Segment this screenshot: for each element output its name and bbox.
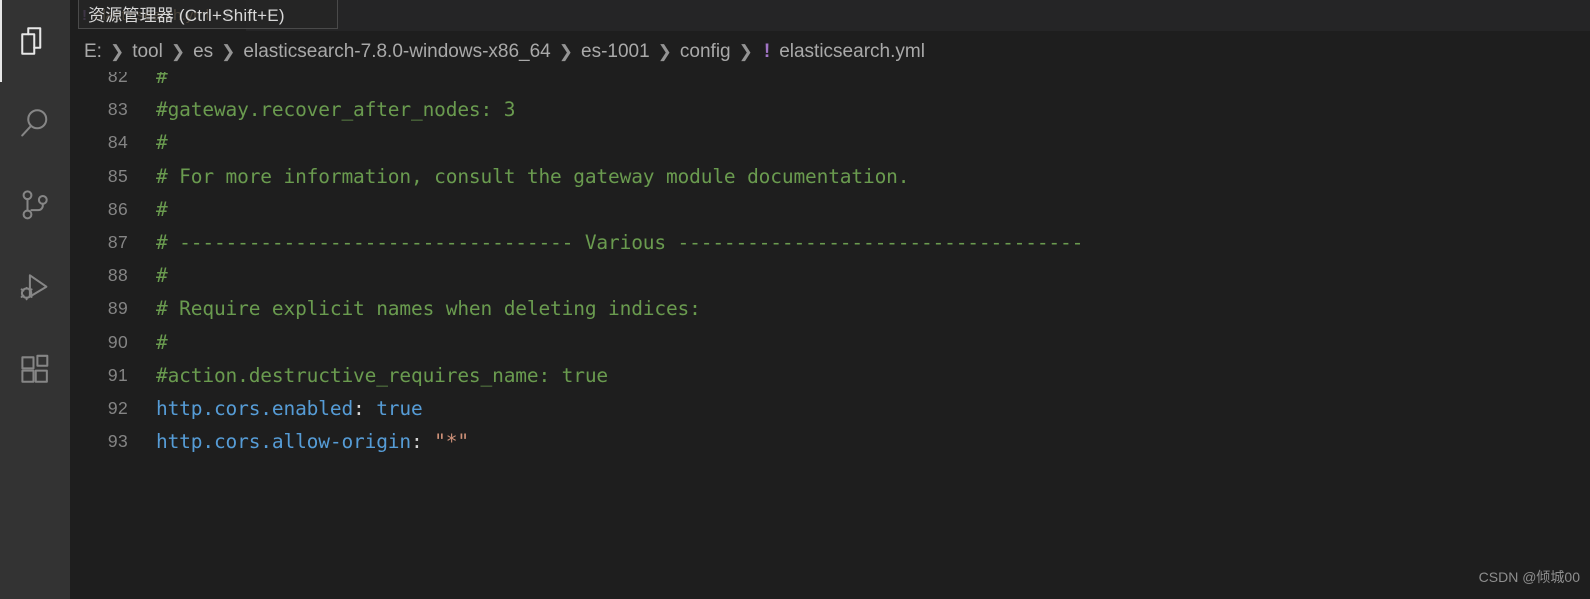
code-token: # bbox=[156, 197, 168, 221]
chevron-right-icon: ❯ bbox=[657, 41, 672, 61]
line-text: # bbox=[156, 131, 1590, 154]
breadcrumb-item-elasticsearch-dist[interactable]: elasticsearch-7.8.0-windows-x86_64 bbox=[243, 41, 550, 63]
source-control-icon bbox=[17, 187, 53, 223]
line-text: # bbox=[156, 264, 1590, 287]
breadcrumb-item-es[interactable]: es bbox=[193, 41, 213, 63]
chevron-right-icon: ❯ bbox=[109, 41, 125, 61]
code-token: # ---------------------------------- Var… bbox=[156, 231, 1084, 255]
vscode-window: ! elasticsearch.yml ✕ 资源管理器 (Ctrl+Shift+… bbox=[0, 0, 1590, 599]
activity-bar-item-search[interactable] bbox=[0, 82, 70, 164]
chevron-right-icon: ❯ bbox=[558, 41, 573, 61]
line-number: 87 bbox=[107, 232, 128, 253]
search-icon bbox=[17, 105, 53, 141]
code-token: http.cors.enabled bbox=[156, 396, 354, 420]
breadcrumb-item-tool[interactable]: tool bbox=[132, 41, 163, 63]
line-text: #action.destructive_requires_name: true bbox=[156, 364, 1590, 387]
code-line[interactable]: 90 # bbox=[70, 326, 1590, 359]
code-token: # bbox=[156, 72, 168, 89]
explorer-tooltip: 资源管理器 (Ctrl+Shift+E) bbox=[78, 0, 338, 29]
line-number: 88 bbox=[107, 265, 128, 286]
code-lines: 82 #83 #gateway.recover_after_nodes: 3 84 #8… bbox=[70, 72, 1590, 458]
code-line[interactable]: 84 # bbox=[70, 126, 1590, 159]
breadcrumb-item-config[interactable]: config bbox=[680, 41, 731, 63]
code-line[interactable]: 91 #action.destructive_requires_name: tru… bbox=[70, 359, 1590, 392]
line-number: 85 bbox=[107, 165, 128, 186]
line-text: # bbox=[156, 72, 1590, 88]
code-token: : bbox=[410, 430, 435, 454]
line-number: 82 bbox=[107, 72, 128, 87]
line-number: 83 bbox=[107, 99, 128, 120]
watermark: CSDN @倾城00 bbox=[1478, 569, 1580, 585]
code-line[interactable]: 87 # ---------------------------------- V… bbox=[70, 226, 1590, 259]
line-number: 92 bbox=[107, 397, 128, 418]
breadcrumb-item-drive[interactable]: E: bbox=[84, 41, 102, 63]
explorer-icon bbox=[17, 23, 53, 59]
code-token: #gateway.recover_after_nodes: 3 bbox=[156, 98, 516, 122]
chevron-right-icon: ❯ bbox=[170, 41, 186, 61]
line-number: 90 bbox=[107, 331, 128, 352]
code-line[interactable]: 82 # bbox=[70, 72, 1590, 93]
line-number: 91 bbox=[107, 364, 128, 385]
code-token: # bbox=[156, 330, 168, 354]
code-token: # bbox=[156, 131, 168, 155]
line-text: # Require explicit names when deleting i… bbox=[156, 297, 1590, 320]
code-token: "*" bbox=[434, 430, 469, 454]
code-line[interactable]: 93 http.cors.allow-origin: "*" bbox=[70, 425, 1590, 458]
line-number: 84 bbox=[107, 132, 128, 153]
code-line[interactable]: 89 # Require explicit names when deleting… bbox=[70, 292, 1590, 325]
chevron-right-icon: ❯ bbox=[738, 41, 753, 61]
breadcrumb: E: ❯ tool ❯ es ❯ elasticsearch-7.8.0-win… bbox=[70, 31, 1590, 72]
code-token: # bbox=[156, 264, 168, 288]
activity-bar-item-run-and-debug[interactable] bbox=[0, 246, 70, 328]
line-text: # ---------------------------------- Var… bbox=[156, 231, 1590, 254]
activity-bar-item-extensions[interactable] bbox=[0, 328, 70, 410]
breadcrumb-item-file[interactable]: elasticsearch.yml bbox=[779, 41, 925, 63]
line-number: 93 bbox=[107, 431, 128, 452]
code-editor[interactable]: 82 #83 #gateway.recover_after_nodes: 3 84 #8… bbox=[70, 72, 1590, 599]
code-token: # For more information, consult the gate… bbox=[156, 164, 910, 188]
activity-bar-item-explorer[interactable] bbox=[0, 0, 70, 82]
run-and-debug-icon bbox=[17, 269, 53, 305]
code-line[interactable]: 86 # bbox=[70, 193, 1590, 226]
line-text: # For more information, consult the gate… bbox=[156, 165, 1590, 188]
code-token: true bbox=[376, 396, 423, 420]
code-token: : bbox=[353, 396, 377, 420]
yaml-file-icon: ! bbox=[763, 40, 771, 62]
code-token: http.cors.allow-origin bbox=[156, 430, 411, 454]
activity-bar bbox=[0, 0, 70, 599]
line-text: # bbox=[156, 331, 1590, 354]
chevron-right-icon: ❯ bbox=[221, 41, 236, 61]
line-text: # bbox=[156, 198, 1590, 221]
code-token: #action.destructive_requires_name: true bbox=[156, 363, 609, 387]
code-line[interactable]: 83 #gateway.recover_after_nodes: 3 bbox=[70, 93, 1590, 126]
breadcrumb-item-es-1001[interactable]: es-1001 bbox=[581, 41, 650, 63]
line-text: http.cors.enabled: true bbox=[156, 397, 1590, 420]
code-token: # Require explicit names when deleting i… bbox=[156, 297, 701, 321]
line-number: 86 bbox=[107, 198, 128, 219]
line-text: #gateway.recover_after_nodes: 3 bbox=[156, 98, 1590, 121]
code-line[interactable]: 85 # For more information, consult the ga… bbox=[70, 160, 1590, 193]
editor-area: ! elasticsearch.yml ✕ 资源管理器 (Ctrl+Shift+… bbox=[70, 0, 1590, 599]
activity-bar-item-source-control[interactable] bbox=[0, 164, 70, 246]
extensions-icon bbox=[17, 351, 53, 387]
line-text: http.cors.allow-origin: "*" bbox=[156, 430, 1590, 453]
code-line[interactable]: 92 http.cors.enabled: true bbox=[70, 392, 1590, 425]
line-number: 89 bbox=[107, 298, 128, 319]
code-line[interactable]: 88 # bbox=[70, 259, 1590, 292]
